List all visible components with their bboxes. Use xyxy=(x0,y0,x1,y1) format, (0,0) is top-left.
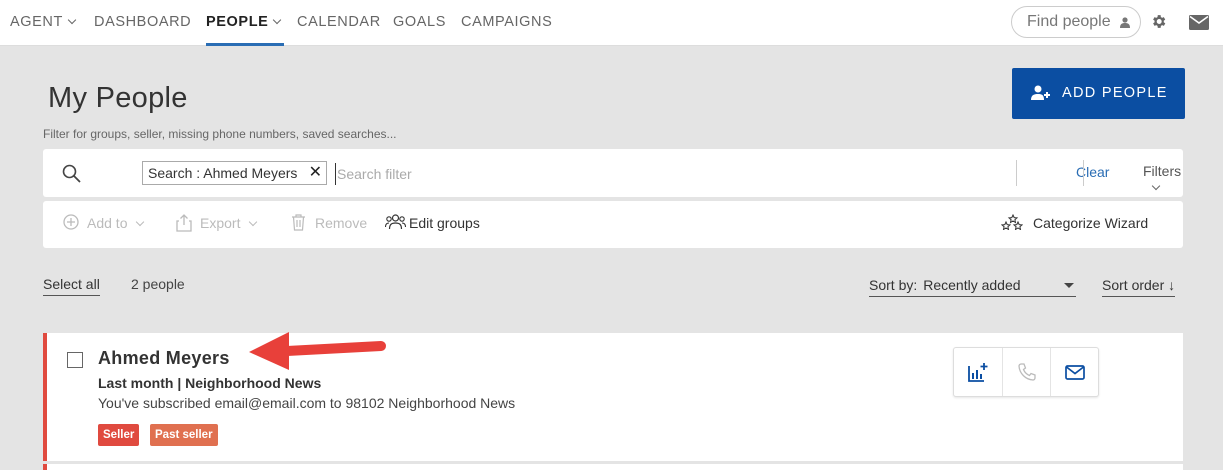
chevron-down-icon xyxy=(249,217,258,227)
nav-agent-label: AGENT xyxy=(10,14,63,30)
person-checkbox[interactable] xyxy=(67,352,83,368)
nav-dashboard[interactable]: DASHBOARD xyxy=(94,0,191,46)
add-to-button[interactable]: Add to xyxy=(63,214,145,231)
search-filter-input[interactable] xyxy=(335,163,1035,185)
nav-goals-label: GOALS xyxy=(393,14,446,30)
filters-dropdown[interactable]: Filters xyxy=(1143,163,1183,195)
email-button[interactable] xyxy=(1050,348,1098,396)
add-people-label: ADD PEOPLE xyxy=(1062,85,1168,101)
search-bar: Search : Ahmed Meyers ✕ Clear Filters xyxy=(43,149,1183,197)
find-people-input[interactable]: Find people xyxy=(1011,6,1141,38)
nav-campaigns[interactable]: CAMPAIGNS xyxy=(461,0,552,46)
person-description: You've subscribed email@email.com to 981… xyxy=(98,395,516,411)
divider xyxy=(1016,160,1017,186)
select-all-link[interactable]: Select all xyxy=(43,276,100,296)
person-name[interactable]: Ahmed Meyers xyxy=(98,348,230,369)
nav-calendar-label: CALENDAR xyxy=(297,14,381,30)
phone-icon xyxy=(1018,363,1036,381)
export-icon xyxy=(176,214,192,232)
sort-by-label: Sort by: xyxy=(869,277,918,293)
sort-order-button[interactable]: Sort order ↓ xyxy=(1102,277,1176,297)
caret-down-icon xyxy=(1064,283,1074,288)
remove-button[interactable]: Remove xyxy=(291,214,367,231)
add-people-button[interactable]: ADD PEOPLE xyxy=(1012,68,1185,119)
nav-campaigns-label: CAMPAIGNS xyxy=(461,14,553,30)
clear-link[interactable]: Clear xyxy=(1076,164,1109,180)
chevron-down-icon xyxy=(136,217,145,227)
filters-label: Filters xyxy=(1143,163,1182,179)
find-people-placeholder: Find people xyxy=(1027,13,1111,30)
search-icon xyxy=(62,164,81,183)
person-meta: Last month | Neighborhood News xyxy=(98,375,322,391)
sort-by-value: Recently added xyxy=(923,277,1021,293)
search-chip: Search : Ahmed Meyers ✕ xyxy=(142,161,327,185)
person-card[interactable]: Ahmed Meyers Last month | Neighborhood N… xyxy=(43,333,1183,461)
nav-calendar[interactable]: CALENDAR xyxy=(297,0,381,46)
gear-icon[interactable] xyxy=(1150,13,1167,30)
chevron-down-icon xyxy=(1151,181,1161,191)
top-nav: AGENT DASHBOARD PEOPLE CALENDAR GOALS CA… xyxy=(0,0,1223,46)
categorize-wizard-label: Categorize Wizard xyxy=(1033,215,1149,231)
chevron-down-icon xyxy=(273,15,282,25)
call-button[interactable] xyxy=(1002,348,1050,396)
page-title: My People xyxy=(48,82,188,114)
mail-icon[interactable] xyxy=(1189,15,1209,30)
close-icon[interactable]: ✕ xyxy=(309,162,322,184)
divider xyxy=(1083,160,1084,186)
trash-icon xyxy=(292,214,305,231)
stars-icon xyxy=(1001,214,1023,230)
annotation-arrow-icon xyxy=(249,332,386,370)
past-seller-tag: Past seller xyxy=(150,424,218,446)
person-icon xyxy=(1120,17,1130,28)
nav-people[interactable]: PEOPLE xyxy=(206,0,284,46)
add-insight-button[interactable] xyxy=(954,348,1002,396)
seller-tag: Seller xyxy=(98,424,140,446)
group-icon xyxy=(385,214,406,230)
person-actions xyxy=(953,347,1099,397)
person-card[interactable] xyxy=(43,464,1183,470)
page-subtitle: Filter for groups, seller, missing phone… xyxy=(43,127,397,141)
nav-agent[interactable]: AGENT xyxy=(10,0,77,46)
people-count: 2 people xyxy=(131,276,185,292)
chart-plus-icon xyxy=(968,363,988,382)
action-toolbar: Add to Export Remove Edit groups Categor… xyxy=(43,201,1183,248)
sort-by-select[interactable]: Sort by: Recently added xyxy=(869,277,1076,297)
nav-people-label: PEOPLE xyxy=(206,14,269,30)
mail-icon xyxy=(1065,365,1085,380)
chevron-down-icon xyxy=(67,15,77,25)
search-chip-label: Search : Ahmed Meyers xyxy=(148,165,298,181)
export-button[interactable]: Export xyxy=(176,214,258,232)
add-person-icon xyxy=(1031,85,1050,100)
nav-dashboard-label: DASHBOARD xyxy=(94,14,192,30)
categorize-wizard-button[interactable]: Categorize Wizard xyxy=(1001,214,1149,231)
edit-groups-button[interactable]: Edit groups xyxy=(385,214,480,231)
nav-goals[interactable]: GOALS xyxy=(393,0,446,46)
add-circle-icon xyxy=(63,214,79,230)
